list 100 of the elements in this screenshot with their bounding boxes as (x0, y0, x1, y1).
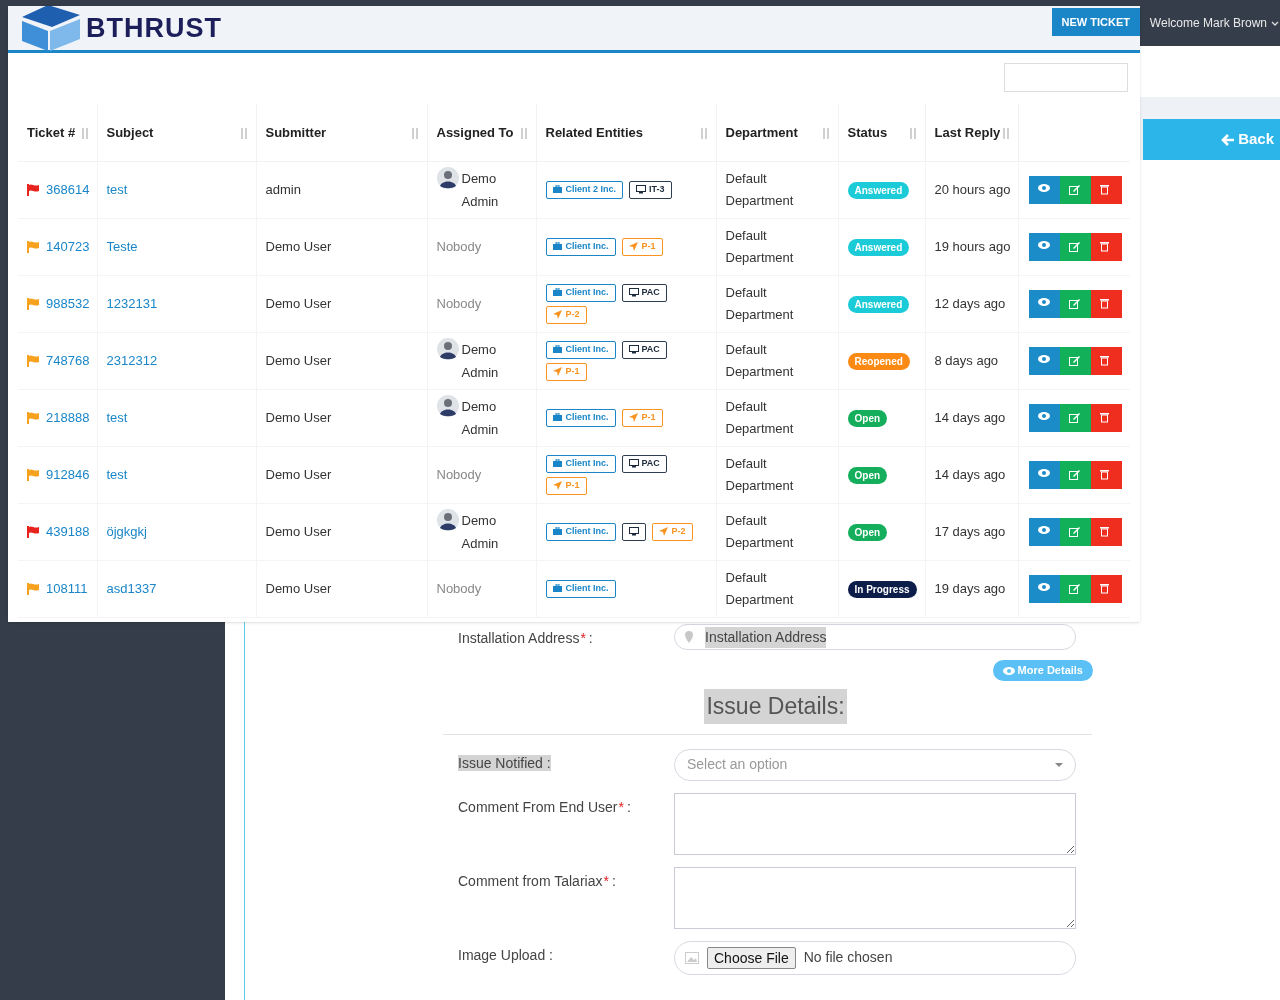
view-button[interactable] (1028, 175, 1060, 204)
new-ticket-button[interactable]: NEW TICKET (1051, 8, 1140, 36)
view-button[interactable] (1028, 232, 1060, 261)
field-label: Issue Notified : (458, 753, 552, 773)
ticket-link[interactable]: 140723 (46, 236, 90, 257)
device-tag[interactable]: PAC (621, 454, 667, 473)
trash-icon (1100, 241, 1112, 252)
sort-icon (1002, 127, 1009, 139)
subject-link[interactable]: Teste (106, 238, 138, 254)
subject-link[interactable]: test (106, 466, 128, 482)
client-tag[interactable]: Client Inc. (545, 408, 616, 427)
edit-button[interactable] (1059, 289, 1091, 318)
edit-button[interactable] (1059, 175, 1091, 204)
trash-icon (1100, 412, 1112, 423)
delete-button[interactable] (1090, 574, 1122, 603)
file-status: No file chosen (803, 948, 893, 967)
delete-button[interactable] (1090, 175, 1122, 204)
client-tag[interactable]: Client Inc. (545, 579, 616, 598)
monitor-icon (636, 185, 646, 194)
delete-button[interactable] (1090, 346, 1122, 375)
edit-button[interactable] (1059, 346, 1091, 375)
view-button[interactable] (1028, 346, 1060, 375)
trash-icon (1100, 583, 1112, 594)
subject-link[interactable]: test (106, 181, 128, 197)
eye-icon (1038, 583, 1050, 594)
department-text: Default Department (725, 455, 794, 493)
priority-tag[interactable]: P-1 (545, 476, 587, 495)
ticket-link[interactable]: 368614 (46, 179, 90, 200)
edit-button[interactable] (1059, 574, 1091, 603)
priority-tag[interactable]: P-1 (621, 408, 663, 427)
column-header[interactable]: Related Entities (545, 122, 644, 142)
device-tag[interactable]: PAC (621, 283, 667, 302)
edit-button[interactable] (1059, 403, 1091, 432)
delete-button[interactable] (1090, 403, 1122, 432)
assignee-name: Nobody (436, 466, 482, 482)
view-button[interactable] (1028, 460, 1060, 489)
column-header[interactable]: Status (847, 122, 888, 142)
rocket-icon (552, 367, 563, 376)
priority-tag[interactable]: P-1 (621, 237, 663, 256)
view-button[interactable] (1028, 574, 1060, 603)
edit-button[interactable] (1059, 460, 1091, 489)
client-tag[interactable]: Client Inc. (545, 522, 616, 541)
user-menu[interactable]: Welcome Mark Brown (1149, 14, 1279, 32)
column-header[interactable]: Last Reply (934, 122, 1001, 142)
sort-icon (240, 127, 247, 139)
status-badge: Answered (847, 295, 910, 313)
view-button[interactable] (1028, 403, 1060, 432)
subject-link[interactable]: asd1337 (106, 580, 157, 596)
delete-button[interactable] (1090, 289, 1122, 318)
client-tag[interactable]: Client Inc. (545, 340, 616, 359)
device-tag[interactable]: PAC (621, 340, 667, 359)
column-header[interactable]: Department (725, 122, 798, 142)
briefcase-icon (552, 345, 563, 354)
client-tag[interactable]: Client Inc. (545, 237, 616, 256)
ticket-link[interactable]: 218888 (46, 407, 90, 428)
sort-icon (822, 127, 829, 139)
department-text: Default Department (725, 398, 794, 436)
ticket-link[interactable]: 439188 (46, 521, 90, 542)
trash-icon (1100, 184, 1112, 195)
trash-icon (1100, 298, 1112, 309)
ticket-link[interactable]: 748768 (46, 350, 90, 371)
edit-button[interactable] (1059, 232, 1091, 261)
back-button[interactable]: Back (1143, 119, 1280, 160)
view-button[interactable] (1028, 289, 1060, 318)
edit-icon (1069, 241, 1081, 252)
choose-file-button[interactable]: Choose File (707, 946, 796, 969)
subject-link[interactable]: öjgkgkj (106, 523, 147, 539)
edit-icon (1069, 412, 1081, 423)
ticket-link[interactable]: 988532 (46, 293, 90, 314)
priority-tag[interactable]: P-2 (651, 522, 693, 541)
column-header[interactable]: Ticket # (27, 122, 76, 142)
search-field[interactable] (1004, 63, 1128, 92)
delete-button[interactable] (1090, 460, 1122, 489)
subject-link[interactable]: 2312312 (106, 352, 158, 368)
view-button[interactable] (1028, 517, 1060, 546)
priority-tag[interactable]: P-2 (545, 305, 587, 324)
assignee-name: Demo Admin (461, 169, 500, 211)
ticket-link[interactable]: 912846 (46, 464, 90, 485)
device-tag[interactable]: IT-3 (629, 180, 672, 199)
delete-button[interactable] (1090, 517, 1122, 546)
client-tag[interactable]: Client Inc. (545, 454, 616, 473)
monitor-icon (628, 459, 639, 468)
monitor-icon (628, 288, 639, 297)
column-header[interactable]: Assigned To (436, 122, 514, 142)
edit-icon (1069, 469, 1081, 480)
column-header[interactable]: Submitter (265, 122, 327, 142)
assignee-name: Nobody (436, 295, 482, 311)
avatar-icon (436, 337, 459, 360)
column-header[interactable]: Subject (106, 122, 154, 142)
client-tag[interactable]: Client Inc. (545, 283, 616, 302)
ticket-link[interactable]: 108111 (46, 578, 88, 599)
device-tag[interactable] (621, 522, 646, 541)
department-text: Default Department (725, 341, 794, 379)
status-badge: Open (847, 523, 888, 541)
subject-link[interactable]: test (106, 409, 128, 425)
edit-button[interactable] (1059, 517, 1091, 546)
delete-button[interactable] (1090, 232, 1122, 261)
priority-tag[interactable]: P-1 (545, 362, 587, 381)
client-tag[interactable]: Client 2 Inc. (545, 180, 623, 199)
subject-link[interactable]: 1232131 (106, 295, 158, 311)
